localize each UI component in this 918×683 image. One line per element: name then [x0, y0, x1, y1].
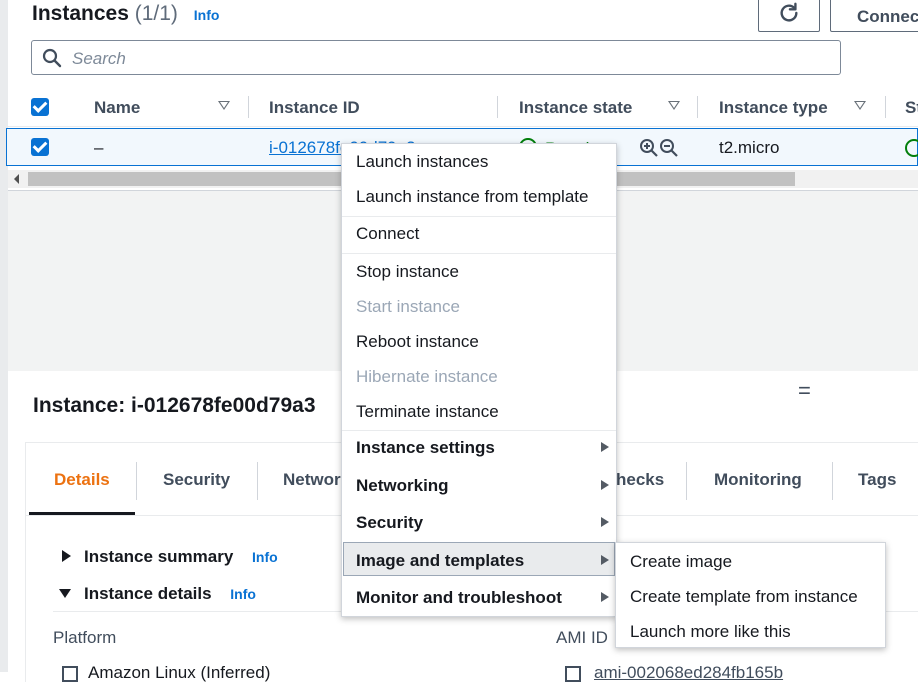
copy-platform-icon[interactable]: [62, 666, 78, 682]
tab-details[interactable]: Details: [54, 470, 110, 490]
column-divider: [885, 96, 886, 118]
menu-image-and-templates[interactable]: Image and templates: [356, 551, 524, 571]
tab-tags[interactable]: Tags: [858, 470, 896, 490]
column-status[interactable]: St: [905, 98, 918, 118]
refresh-icon: [780, 2, 798, 22]
zoom-out-icon[interactable]: [659, 138, 679, 163]
sort-state-icon[interactable]: [668, 101, 680, 110]
summary-info-link[interactable]: Info: [252, 549, 278, 565]
platform-value: Amazon Linux (Inferred): [88, 663, 271, 682]
menu-monitor-and-troubleshoot[interactable]: Monitor and troubleshoot: [356, 588, 562, 608]
refresh-button[interactable]: [758, 0, 820, 32]
tab-divider: [136, 462, 137, 500]
submenu-arrow-icon: [601, 517, 609, 527]
sort-name-icon[interactable]: [218, 101, 230, 110]
details-info-link[interactable]: Info: [230, 586, 256, 602]
info-link[interactable]: Info: [194, 7, 220, 23]
submenu-arrow-icon: [601, 592, 609, 602]
menu-terminate-instance[interactable]: Terminate instance: [356, 402, 499, 422]
submenu-create-template[interactable]: Create template from instance: [630, 587, 858, 607]
status-check-icon: [905, 139, 918, 157]
scroll-left-icon[interactable]: [14, 174, 19, 184]
tab-monitoring[interactable]: Monitoring: [714, 470, 802, 490]
section-instance-summary[interactable]: Instance summary Info: [84, 547, 278, 567]
zoom-in-icon[interactable]: [639, 138, 659, 163]
resize-handle-icon[interactable]: =: [798, 378, 811, 404]
menu-connect[interactable]: Connect: [356, 224, 419, 244]
platform-label: Platform: [53, 628, 117, 647]
copy-ami-icon[interactable]: [565, 666, 581, 682]
ami-id-link[interactable]: ami-002068ed284fb165b: [594, 663, 783, 683]
page-title: Instances (1/1) Info: [32, 2, 219, 26]
tab-security[interactable]: Security: [163, 470, 230, 490]
menu-divider: [342, 430, 616, 431]
collapse-down-icon[interactable]: [59, 589, 71, 598]
column-instance-type[interactable]: Instance type: [719, 98, 828, 118]
section-details-label: Instance details: [84, 584, 212, 603]
select-all-checkbox[interactable]: [31, 98, 49, 116]
search-input[interactable]: Search: [31, 40, 841, 75]
section-summary-label: Instance summary: [84, 547, 234, 566]
tab-networking[interactable]: Networ: [283, 470, 341, 490]
menu-security[interactable]: Security: [356, 513, 423, 533]
column-divider: [497, 96, 498, 118]
menu-networking[interactable]: Networking: [356, 476, 449, 496]
expand-right-icon[interactable]: [62, 550, 71, 562]
column-divider: [697, 96, 698, 118]
menu-reboot-instance[interactable]: Reboot instance: [356, 332, 479, 352]
submenu-arrow-icon: [601, 480, 609, 490]
sort-type-icon[interactable]: [854, 101, 866, 110]
row-instance-type: t2.micro: [719, 138, 780, 157]
row-name: –: [94, 138, 104, 157]
row-checkbox[interactable]: [31, 138, 49, 156]
tab-divider: [686, 462, 687, 500]
menu-divider: [342, 253, 616, 254]
menu-stop-instance[interactable]: Stop instance: [356, 262, 459, 282]
menu-launch-instances[interactable]: Launch instances: [356, 152, 488, 172]
submenu-launch-more-like-this[interactable]: Launch more like this: [630, 622, 791, 642]
connect-button[interactable]: Connect: [830, 0, 918, 32]
tab-divider: [832, 462, 833, 500]
column-instance-state[interactable]: Instance state: [519, 98, 632, 118]
menu-hibernate-instance: Hibernate instance: [356, 367, 498, 386]
search-icon: [42, 48, 62, 68]
tab-status-checks[interactable]: hecks: [616, 470, 664, 490]
instance-detail-title: Instance: i-012678fe00d79a3: [33, 394, 316, 417]
left-scrollbar[interactable]: [0, 0, 8, 672]
submenu-arrow-icon: [601, 442, 609, 452]
submenu-arrow-icon: [601, 555, 609, 565]
section-instance-details[interactable]: Instance details Info: [84, 584, 256, 604]
column-name[interactable]: Name: [94, 98, 140, 118]
search-placeholder: Search: [72, 49, 126, 68]
instance-count: (1/1): [134, 2, 178, 25]
menu-instance-settings[interactable]: Instance settings: [356, 438, 495, 458]
table-header: Name Instance ID Instance state Instance…: [8, 88, 918, 127]
title-text: Instances: [32, 2, 129, 25]
image-templates-submenu: Create image Create template from instan…: [615, 542, 886, 648]
menu-launch-from-template[interactable]: Launch instance from template: [356, 187, 588, 207]
column-instance-id[interactable]: Instance ID: [269, 98, 360, 118]
menu-divider: [342, 216, 616, 217]
submenu-create-image[interactable]: Create image: [630, 552, 732, 572]
ami-id-label: AMI ID: [556, 628, 608, 647]
menu-start-instance: Start instance: [356, 297, 460, 316]
tab-divider: [257, 462, 258, 500]
column-divider: [248, 96, 249, 118]
instance-actions-menu: Launch instances Launch instance from te…: [341, 143, 617, 617]
